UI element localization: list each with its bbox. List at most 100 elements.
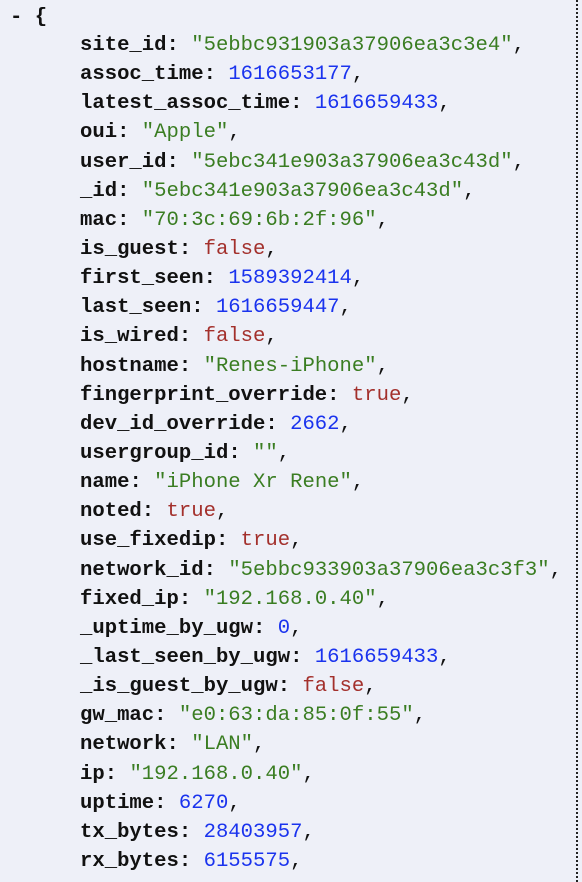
entry-value-string: "5ebbc933903a37906ea3c3f3" [228, 558, 550, 582]
key-colon: : [265, 412, 291, 436]
json-entry-network-id: network_id: "5ebbc933903a37906ea3c3f3", [80, 556, 562, 585]
entry-key: usergroup_id [80, 441, 229, 465]
comma: , [549, 558, 562, 582]
comma: , [302, 820, 315, 844]
key-colon: : [178, 354, 204, 378]
comma: , [228, 791, 241, 815]
json-entry-last-seen: last_seen: 1616659447, [80, 293, 562, 322]
json-entry-dev-id-override: dev_id_override: 2662, [80, 410, 562, 439]
comma: , [463, 179, 476, 203]
entry-key: _last_seen_by_ugw [80, 645, 291, 669]
key-colon: : [117, 208, 142, 232]
json-entry-is-wired: is_wired: false, [80, 322, 562, 351]
entry-value-string: "" [253, 441, 278, 465]
comma: , [302, 762, 315, 786]
entry-value-number: 6155575 [203, 849, 291, 873]
entry-value-boolean: false [203, 325, 266, 349]
json-entry-gw-mac: gw_mac: "e0:63:da:85:0f:55", [80, 701, 562, 730]
key-colon: : [277, 675, 303, 699]
entry-key: network_id [80, 558, 204, 582]
key-colon: : [178, 587, 204, 611]
key-colon: : [327, 383, 352, 407]
key-colon: : [228, 441, 254, 465]
comma: , [277, 441, 291, 465]
entry-key: uptime [80, 791, 155, 815]
entry-value-string: "192.168.0.40" [129, 762, 303, 786]
json-entry-rx-bytes: rx_bytes: 6155575, [80, 847, 562, 876]
comma: , [413, 704, 427, 728]
json-entry-mac: mac: "70:3c:69:6b:2f:96", [80, 206, 562, 235]
entry-key: name [80, 471, 130, 495]
entry-key: ip [80, 762, 105, 786]
key-colon: : [178, 820, 204, 844]
comma: , [215, 500, 229, 524]
comma: , [512, 34, 525, 57]
key-colon: : [178, 237, 204, 261]
entry-value-string: "iPhone Xr Rene" [154, 471, 352, 495]
entry-key: first_seen [80, 267, 204, 291]
comma: , [351, 471, 365, 495]
entry-key: _is_guest_by_ugw [80, 675, 278, 699]
entry-value-number: 6270 [178, 791, 229, 815]
entry-key: hostname [80, 354, 179, 378]
comma: , [438, 92, 451, 116]
key-colon: : [104, 762, 130, 786]
json-entry-is-guest: is_guest: false, [80, 235, 562, 264]
entry-key: noted [80, 500, 142, 524]
entry-key: is_wired [80, 325, 179, 349]
comma: , [351, 267, 365, 291]
json-entries: site_id: "5ebbc931903a37906ea3c3e4", asso… [80, 31, 562, 876]
comma: , [376, 208, 389, 232]
entry-key: _uptime_by_ugw [80, 616, 254, 640]
entry-key: is_guest [80, 237, 179, 261]
comma: , [290, 616, 303, 640]
comma: , [401, 383, 414, 407]
json-entry-fingerprint-override: fingerprint_override: true, [80, 381, 562, 410]
entry-value-number: 2662 [290, 412, 340, 436]
comma: , [339, 296, 352, 320]
entry-value-number: 28403957 [203, 820, 303, 844]
comma: , [351, 63, 365, 87]
entry-key: use_fixedip [80, 529, 216, 553]
comma: , [512, 150, 525, 174]
json-entry-id: _id: "5ebc341e903a37906ea3c43d", [80, 177, 562, 206]
comma: , [339, 412, 352, 436]
key-colon: : [117, 179, 142, 203]
key-colon: : [178, 325, 204, 349]
entry-value-string: "Renes-iPhone" [203, 354, 377, 378]
entry-value-string: "5ebbc931903a37906ea3c3e4" [191, 34, 513, 57]
json-entry-name: name: "iPhone Xr Rene", [80, 468, 562, 497]
key-colon: : [290, 92, 315, 116]
open-brace: { [34, 6, 48, 29]
entry-key: tx_bytes [80, 820, 179, 844]
key-colon: : [215, 529, 241, 553]
json-entry-assoc-time: assoc_time: 1616653177, [80, 60, 562, 89]
entry-value-boolean: true [240, 529, 291, 553]
entry-key: rx_bytes [80, 849, 179, 873]
entry-value-number: 1616659447 [215, 296, 340, 320]
entry-value-string: "192.168.0.40" [203, 587, 377, 611]
entry-key: gw_mac [80, 704, 155, 728]
entry-value-string: "e0:63:da:85:0f:55" [178, 704, 414, 728]
key-colon: : [290, 645, 315, 669]
key-colon: : [166, 733, 192, 757]
entry-key: mac [80, 208, 118, 232]
comma: , [438, 645, 451, 669]
key-colon: : [166, 150, 192, 174]
key-colon: : [253, 616, 278, 640]
entry-value-boolean: true [351, 383, 402, 407]
key-colon: : [141, 500, 167, 524]
json-entry-fixed-ip: fixed_ip: "192.168.0.40", [80, 585, 562, 614]
entry-key: _id [80, 179, 118, 203]
json-entry-user-id: user_id: "5ebc341e903a37906ea3c43d", [80, 148, 562, 177]
entry-value-number: 1616659433 [314, 92, 439, 116]
json-entry-use-fixedip: use_fixedip: true, [80, 526, 562, 555]
collapse-toggle[interactable]: - [10, 6, 22, 29]
key-colon: : [129, 471, 155, 495]
json-entry-last-seen-by-ugw: _last_seen_by_ugw: 1616659433, [80, 643, 562, 672]
comma: , [376, 587, 389, 611]
comma: , [265, 325, 278, 349]
entry-key: network [80, 733, 167, 757]
comma: , [290, 849, 303, 873]
entry-key: fingerprint_override [80, 383, 328, 407]
